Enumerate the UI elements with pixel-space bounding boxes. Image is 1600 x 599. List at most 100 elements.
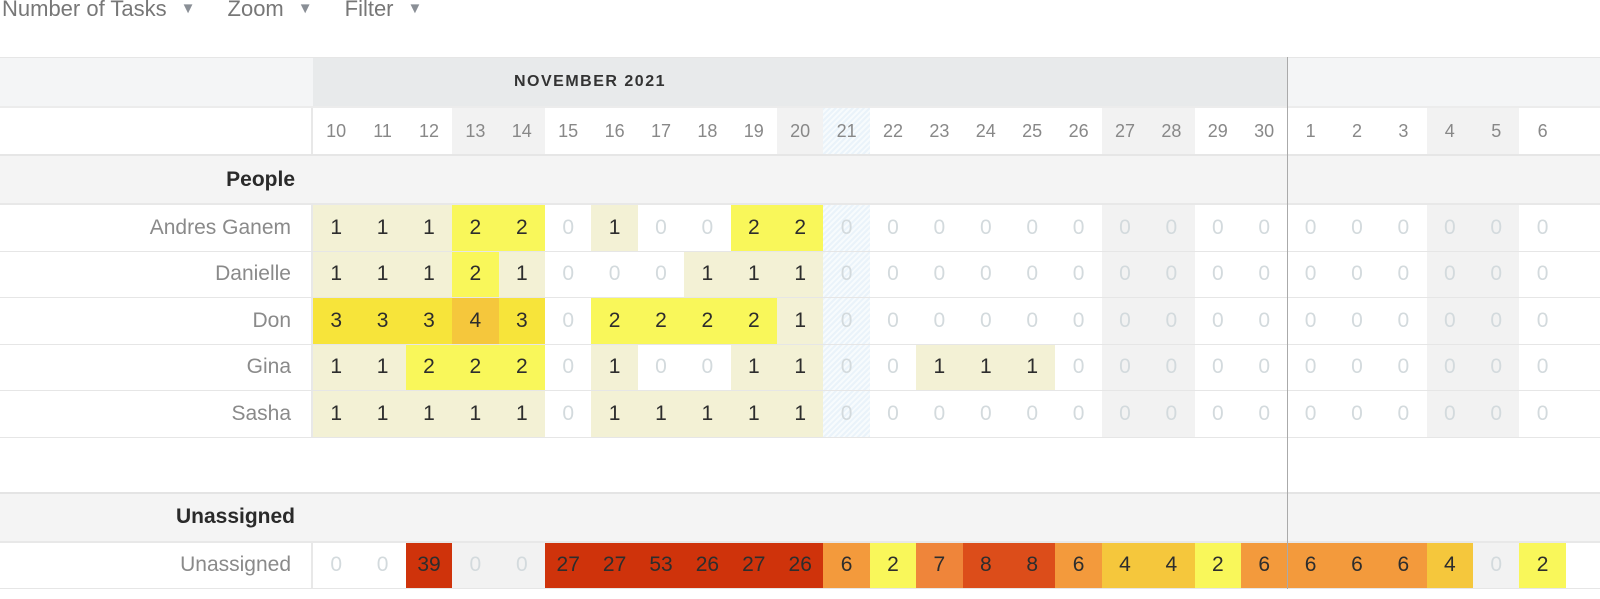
task-count-cell[interactable]: 0 <box>638 345 684 391</box>
task-count-cell[interactable]: 0 <box>1426 344 1473 390</box>
task-count-cell[interactable]: 1 <box>405 391 453 437</box>
task-count-cell[interactable]: 0 <box>1473 391 1520 437</box>
task-count-cell[interactable]: 0 <box>1519 298 1565 344</box>
person-name[interactable]: Unassigned <box>180 543 291 589</box>
task-count-cell[interactable]: 0 <box>591 252 637 298</box>
task-count-cell[interactable]: 0 <box>823 391 870 437</box>
task-count-cell[interactable]: 0 <box>545 345 591 391</box>
task-count-cell[interactable]: 1 <box>777 344 824 390</box>
task-count-cell[interactable]: 0 <box>963 391 1009 437</box>
task-count-cell[interactable]: 2 <box>869 542 917 588</box>
task-count-cell[interactable]: 0 <box>1473 205 1520 251</box>
task-count-cell[interactable]: 0 <box>1287 205 1333 251</box>
task-count-cell[interactable]: 6 <box>1333 542 1381 588</box>
task-count-cell[interactable]: 1 <box>452 391 499 437</box>
task-count-cell[interactable]: 0 <box>1287 298 1333 344</box>
task-count-cell[interactable]: 53 <box>637 542 685 588</box>
task-count-cell[interactable]: 1 <box>591 344 638 390</box>
task-count-cell[interactable]: 2 <box>498 205 545 251</box>
task-count-cell[interactable]: 1 <box>684 391 731 437</box>
task-count-cell[interactable]: 1 <box>405 205 453 251</box>
task-count-cell[interactable]: 0 <box>1426 251 1473 297</box>
person-name[interactable]: Danielle <box>215 252 291 298</box>
task-count-cell[interactable]: 0 <box>1519 252 1565 298</box>
task-count-cell[interactable]: 0 <box>684 205 730 251</box>
task-count-cell[interactable]: 0 <box>1473 251 1520 297</box>
task-count-cell[interactable]: 0 <box>1380 298 1426 344</box>
task-count-cell[interactable]: 4 <box>452 298 499 344</box>
task-count-cell[interactable]: 0 <box>452 542 499 588</box>
task-count-cell[interactable]: 1 <box>498 391 545 437</box>
task-count-cell[interactable]: 26 <box>684 542 731 588</box>
task-count-cell[interactable]: 0 <box>1241 391 1287 437</box>
task-count-cell[interactable]: 1 <box>313 391 360 437</box>
task-count-cell[interactable]: 0 <box>1473 344 1520 390</box>
task-count-cell[interactable]: 7 <box>916 542 963 588</box>
task-count-cell[interactable]: 0 <box>313 543 359 589</box>
number-of-tasks-dropdown[interactable]: Number of Tasks ▼ <box>2 0 196 20</box>
task-count-cell[interactable]: 6 <box>1287 542 1334 588</box>
task-count-cell[interactable]: 2 <box>591 298 638 344</box>
task-count-cell[interactable]: 1 <box>313 251 360 297</box>
task-count-cell[interactable]: 1 <box>962 344 1009 390</box>
task-count-cell[interactable]: 0 <box>1101 391 1149 437</box>
task-count-cell[interactable]: 0 <box>916 298 962 344</box>
task-count-cell[interactable]: 0 <box>1287 391 1333 437</box>
task-count-cell[interactable]: 0 <box>1148 251 1195 297</box>
task-count-cell[interactable]: 0 <box>1241 205 1287 251</box>
task-count-cell[interactable]: 0 <box>1241 252 1287 298</box>
filter-dropdown[interactable]: Filter ▼ <box>345 0 423 20</box>
task-count-cell[interactable]: 0 <box>545 252 591 298</box>
task-count-cell[interactable]: 1 <box>359 251 406 297</box>
task-count-cell[interactable]: 0 <box>1148 205 1195 251</box>
task-count-cell[interactable]: 2 <box>777 205 824 251</box>
task-count-cell[interactable]: 1 <box>359 391 406 437</box>
task-count-cell[interactable]: 0 <box>1426 298 1473 344</box>
task-count-cell[interactable]: 0 <box>1519 205 1565 251</box>
task-count-cell[interactable]: 0 <box>1426 205 1473 251</box>
task-count-cell[interactable]: 2 <box>1194 542 1241 588</box>
task-count-cell[interactable]: 0 <box>823 251 870 297</box>
task-count-cell[interactable]: 1 <box>591 391 638 437</box>
task-count-cell[interactable]: 1 <box>313 205 360 251</box>
task-count-cell[interactable]: 0 <box>1101 344 1149 390</box>
task-count-cell[interactable]: 1 <box>730 251 777 297</box>
task-count-cell[interactable]: 0 <box>1009 391 1055 437</box>
task-count-cell[interactable]: 0 <box>1195 391 1241 437</box>
task-count-cell[interactable]: 0 <box>963 298 1009 344</box>
task-count-cell[interactable]: 6 <box>1055 542 1102 588</box>
task-count-cell[interactable]: 1 <box>1009 344 1056 390</box>
task-count-cell[interactable]: 1 <box>777 391 824 437</box>
task-count-cell[interactable]: 0 <box>1195 205 1241 251</box>
task-count-cell[interactable]: 0 <box>1334 345 1380 391</box>
task-count-cell[interactable]: 3 <box>405 298 453 344</box>
task-count-cell[interactable]: 0 <box>1055 252 1101 298</box>
task-count-cell[interactable]: 0 <box>1426 391 1473 437</box>
task-count-cell[interactable]: 1 <box>777 251 824 297</box>
task-count-cell[interactable]: 8 <box>962 542 1009 588</box>
task-count-cell[interactable]: 0 <box>1380 391 1426 437</box>
task-count-cell[interactable]: 6 <box>823 542 870 588</box>
task-count-cell[interactable]: 0 <box>1334 205 1380 251</box>
task-count-cell[interactable]: 2 <box>452 205 499 251</box>
task-count-cell[interactable]: 0 <box>1101 205 1149 251</box>
task-count-cell[interactable]: 0 <box>545 298 591 344</box>
task-count-cell[interactable]: 1 <box>313 344 360 390</box>
task-count-cell[interactable]: 0 <box>823 344 870 390</box>
task-count-cell[interactable]: 2 <box>452 344 499 390</box>
task-count-cell[interactable]: 1 <box>637 391 685 437</box>
task-count-cell[interactable]: 0 <box>1148 391 1195 437</box>
task-count-cell[interactable]: 1 <box>359 205 406 251</box>
task-count-cell[interactable]: 0 <box>1334 298 1380 344</box>
task-count-cell[interactable]: 27 <box>730 542 777 588</box>
person-name[interactable]: Don <box>252 298 291 344</box>
person-name[interactable]: Andres Ganem <box>150 205 291 251</box>
task-count-cell[interactable]: 2 <box>684 298 731 344</box>
task-count-cell[interactable]: 0 <box>1195 298 1241 344</box>
task-count-cell[interactable]: 3 <box>498 298 545 344</box>
task-count-cell[interactable]: 0 <box>870 252 916 298</box>
task-count-cell[interactable]: 0 <box>1380 205 1426 251</box>
task-count-cell[interactable]: 2 <box>730 298 777 344</box>
task-count-cell[interactable]: 0 <box>359 543 405 589</box>
task-count-cell[interactable]: 2 <box>498 344 545 390</box>
